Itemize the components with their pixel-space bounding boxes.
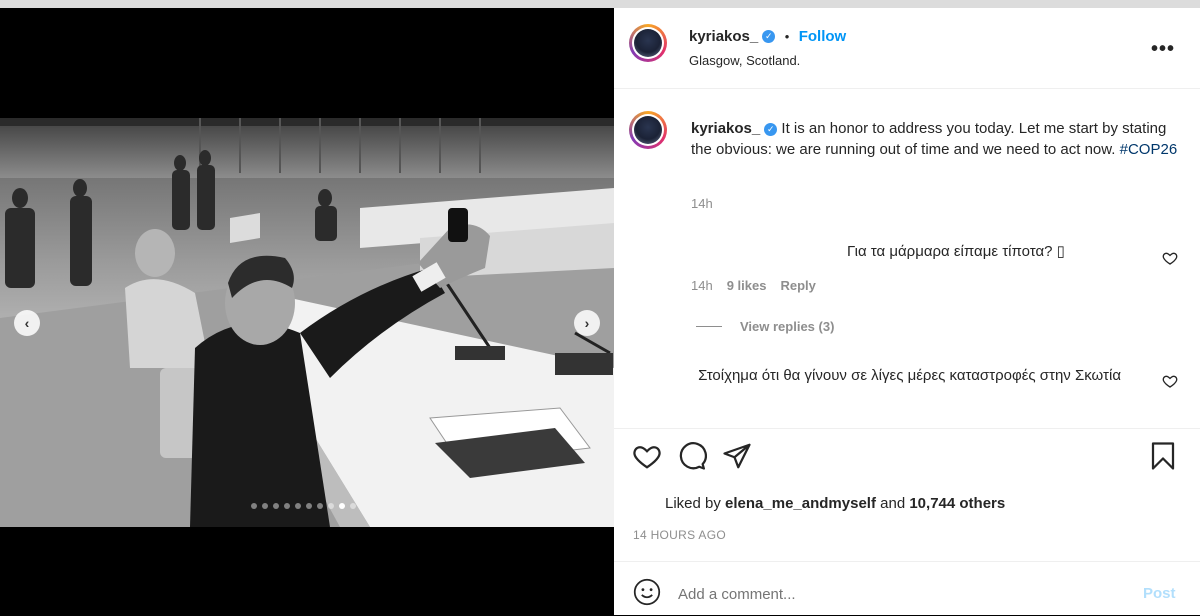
carousel-next-button[interactable]: › <box>574 310 600 336</box>
caption: kyriakos_ ✓ It is an honor to address you… <box>691 118 1181 160</box>
carousel-indicator <box>251 503 356 509</box>
carousel-dot[interactable] <box>273 503 279 509</box>
add-comment-bar: Post <box>614 561 1200 616</box>
comment-icon[interactable] <box>677 441 707 471</box>
comment-1-text: Για τα μάρμαρα είπαμε τίποτα? ▯ <box>847 241 1065 262</box>
photo-illustration <box>0 118 614 527</box>
comment-input[interactable] <box>678 586 1078 603</box>
caption-username[interactable]: kyriakos_ <box>691 120 760 137</box>
caption-time[interactable]: 14h <box>691 196 713 211</box>
browser-top-strip <box>0 0 1200 8</box>
carousel-dot[interactable] <box>262 503 268 509</box>
post-media: ‹ › <box>0 8 614 615</box>
carousel-prev-button[interactable]: ‹ <box>14 310 40 336</box>
carousel-dot[interactable] <box>317 503 323 509</box>
likes-count-link[interactable]: 10,744 others <box>909 495 1005 512</box>
avatar[interactable] <box>629 24 667 62</box>
likes-user-link[interactable]: elena_me_andmyself <box>725 495 876 512</box>
carousel-dot[interactable] <box>339 503 345 509</box>
post-comment-button[interactable]: Post <box>1143 585 1176 602</box>
header-username[interactable]: kyriakos_ <box>689 28 758 45</box>
post-actions <box>614 428 1200 489</box>
carousel-dot[interactable] <box>350 503 356 509</box>
comment-1-reply-button[interactable]: Reply <box>780 278 815 293</box>
comment-1-meta: 14h 9 likes Reply <box>691 278 816 293</box>
chevron-left-icon: ‹ <box>24 315 30 331</box>
likes-summary: Liked by elena_me_andmyself and 10,744 o… <box>665 495 1005 512</box>
heart-icon[interactable] <box>632 441 662 471</box>
likes-prefix: Liked by <box>665 495 721 512</box>
location-link[interactable]: Glasgow, Scotland. <box>689 53 800 68</box>
verified-badge-icon: ✓ <box>762 30 776 44</box>
hashtag-link[interactable]: #COP26 <box>1120 141 1178 158</box>
chevron-right-icon: › <box>584 315 590 331</box>
heart-icon[interactable] <box>1162 250 1178 266</box>
view-replies-button[interactable]: View replies (3) <box>696 319 834 334</box>
likes-middle: and <box>880 495 906 512</box>
header-user-line: kyriakos_ ✓ • Follow <box>689 28 846 46</box>
caption-avatar[interactable] <box>629 111 667 149</box>
post-photo <box>0 118 614 527</box>
post-side-panel: kyriakos_ ✓ • Follow Glasgow, Scotland. •… <box>614 8 1200 615</box>
comment-1-time[interactable]: 14h <box>691 278 713 293</box>
post-timestamp[interactable]: 14 HOURS AGO <box>633 528 726 542</box>
carousel-dot[interactable] <box>251 503 257 509</box>
carousel-dot[interactable] <box>295 503 301 509</box>
separator-dot: • <box>784 29 790 44</box>
bookmark-icon[interactable] <box>1148 441 1178 471</box>
carousel-dot[interactable] <box>328 503 334 509</box>
more-options-icon[interactable]: ••• <box>1151 38 1175 61</box>
follow-button[interactable]: Follow <box>799 28 847 45</box>
comment-1-body: Για τα μάρμαρα είπαμε τίποτα? <box>847 243 1057 260</box>
comment-1-emoji: ▯ <box>1056 243 1065 260</box>
verified-badge-icon: ✓ <box>764 122 778 136</box>
caption-text: It is an honor to address you today. Let… <box>691 120 1167 158</box>
view-replies-line <box>696 326 722 327</box>
carousel-dot[interactable] <box>284 503 290 509</box>
post-header: kyriakos_ ✓ • Follow Glasgow, Scotland. •… <box>614 8 1200 89</box>
comment-1-likes[interactable]: 9 likes <box>727 278 767 293</box>
comment-2-text: Στοίχημα ότι θα γίνουν σε λίγες μέρες κα… <box>698 367 1121 384</box>
heart-icon[interactable] <box>1162 373 1178 389</box>
carousel-dot[interactable] <box>306 503 312 509</box>
view-replies-label: View replies (3) <box>740 319 835 334</box>
share-icon[interactable] <box>722 441 752 471</box>
emoji-icon[interactable] <box>633 578 661 606</box>
